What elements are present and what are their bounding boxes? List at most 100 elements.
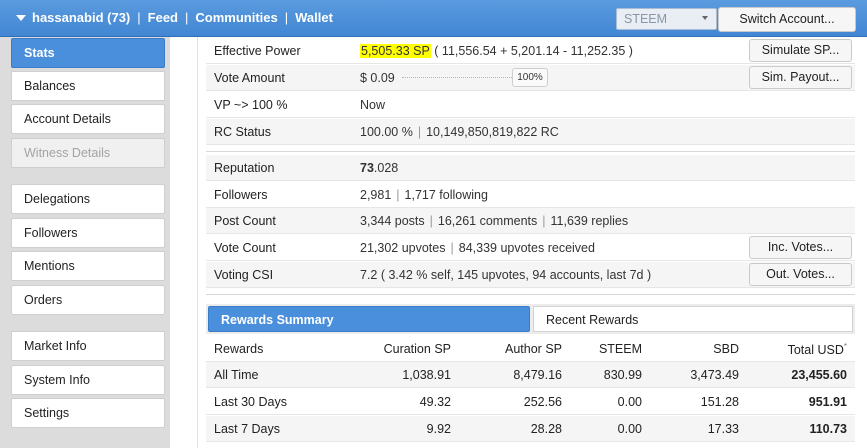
reward-author-sp: 252.56: [523, 395, 562, 409]
upvotes-count: 21,302 upvotes: [360, 241, 446, 255]
rc-status-label: RC Status: [214, 125, 271, 139]
row-vote-count: Vote Count 21,302 upvotes | 84,339 upvotes…: [206, 235, 855, 261]
table-row: Last 7 Days 9.92 28.28 0.00 17.33 110.73: [206, 416, 855, 442]
vote-count-value: 21,302 upvotes | 84,339 upvotes received: [360, 241, 595, 255]
group-divider: [206, 151, 855, 152]
sidebar-item-delegations[interactable]: Delegations: [11, 184, 165, 214]
col-header-curation: Curation SP: [383, 342, 451, 356]
vp-value: Now: [360, 98, 386, 112]
reward-total-usd: 23,455.60: [791, 368, 847, 382]
group-divider: [206, 294, 855, 295]
followers-count: 2,981: [360, 188, 392, 202]
nav-wallet[interactable]: Wallet: [295, 10, 333, 25]
sidebar-item-balances[interactable]: Balances: [11, 71, 165, 101]
voting-csi-value: 7.2 ( 3.42 % self, 145 upvotes, 94 accou…: [360, 268, 652, 282]
row-post-count: Post Count 3,344 posts | 16,261 comments | 1…: [206, 208, 855, 234]
reward-steem: 0.00: [617, 422, 642, 436]
row-vote-amount: Vote Amount $ 0.09 100% Sim. Payout...: [206, 65, 855, 91]
vote-amount-value: $ 0.09: [360, 71, 395, 85]
nav-communities[interactable]: Communities: [195, 10, 277, 25]
col-header-sbd: SBD: [713, 342, 739, 356]
nav-separator: |: [185, 10, 189, 25]
sidebar-item-account-details[interactable]: Account Details: [11, 104, 165, 134]
row-followers: Followers 2,981 | 1,717 following: [206, 182, 855, 208]
reward-total-usd: 110.73: [809, 422, 847, 436]
sidebar-item-market-info[interactable]: Market Info: [11, 331, 165, 361]
followers-value: 2,981 | 1,717 following: [360, 188, 488, 202]
upvotes-received: 84,339 upvotes received: [458, 241, 595, 255]
switch-account-button[interactable]: Switch Account...: [718, 7, 856, 32]
sidebar-item-orders[interactable]: Orders: [11, 285, 165, 315]
sidebar-item-followers[interactable]: Followers: [11, 218, 165, 248]
value-separator: |: [450, 241, 454, 255]
nav-feed[interactable]: Feed: [148, 10, 178, 25]
followers-label: Followers: [214, 188, 268, 202]
tab-rewards-summary[interactable]: Rewards Summary: [208, 306, 530, 332]
row-reputation: Reputation 73.028: [206, 155, 855, 181]
effective-power-detail: ( 11,556.54 + 5,201.14 - 11,252.35 ): [434, 44, 633, 58]
reward-steem: 830.99: [603, 368, 642, 382]
effective-power-label: Effective Power: [214, 44, 301, 58]
row-vp: VP ~> 100 % Now: [206, 92, 855, 118]
row-effective-power: Effective Power 5,505.33 SP ( 11,556.54 …: [206, 38, 855, 64]
sidebar-item-stats[interactable]: Stats: [11, 38, 165, 68]
sidebar-item-settings[interactable]: Settings: [11, 398, 165, 428]
vote-weight-handle[interactable]: 100%: [512, 68, 548, 87]
col-header-total-usd: Total USD*: [788, 342, 847, 357]
vp-label: VP ~> 100 %: [214, 98, 288, 112]
following-count: 1,717 following: [404, 188, 488, 202]
sim-payout-button[interactable]: Sim. Payout...: [749, 66, 852, 89]
reputation-whole: 73: [360, 161, 374, 175]
replies-count: 11,639 replies: [550, 214, 629, 228]
nav-separator: |: [284, 10, 289, 25]
reward-author-sp: 28.28: [530, 422, 562, 436]
sidebar-item-system-info[interactable]: System Info: [11, 365, 165, 395]
effective-power-sp: 5,505.33 SP: [360, 44, 431, 58]
inc-votes-button[interactable]: Inc. Votes...: [749, 236, 852, 259]
coin-select[interactable]: STEEM: [616, 8, 717, 30]
vote-count-label: Vote Count: [214, 241, 276, 255]
out-votes-button[interactable]: Out. Votes...: [749, 263, 852, 286]
rewards-tabs: Rewards Summary Recent Rewards: [206, 304, 855, 334]
rc-status-value: 100.00 % | 10,149,850,819,822 RC: [360, 125, 559, 139]
col-header-steem: STEEM: [598, 342, 642, 356]
vote-amount-label: Vote Amount: [214, 71, 285, 85]
col-header-rewards: Rewards: [214, 342, 264, 356]
reward-curation-sp: 9.92: [426, 422, 451, 436]
rc-amount: 10,149,850,819,822 RC: [426, 125, 559, 139]
reputation-decimal: .028: [373, 161, 399, 175]
value-separator: |: [396, 188, 400, 202]
comments-count: 16,261 comments: [437, 214, 538, 228]
triangle-down-icon[interactable]: [16, 14, 26, 21]
post-count-label: Post Count: [214, 214, 276, 228]
reward-curation-sp: 1,038.91: [402, 368, 451, 382]
table-row: All Time 1,038.91 8,479.16 830.99 3,473.…: [206, 362, 855, 388]
nav-separator: |: [137, 10, 141, 25]
reward-total-usd: 951.91: [808, 395, 847, 409]
table-row: Last 30 Days 49.32 252.56 0.00 151.28 95…: [206, 389, 855, 415]
posts-count: 3,344 posts: [360, 214, 425, 228]
row-voting-csi: Voting CSI 7.2 ( 3.42 % self, 145 upvote…: [206, 262, 855, 288]
tab-recent-rewards[interactable]: Recent Rewards: [533, 306, 853, 332]
voting-csi-label: Voting CSI: [214, 268, 274, 282]
rc-percent: 100.00 %: [360, 125, 413, 139]
reward-curation-sp: 49.32: [419, 395, 451, 409]
top-bar: hassanabid (73) | Feed | Communities | W…: [0, 0, 867, 37]
effective-power-value: 5,505.33 SP ( 11,556.54 + 5,201.14 - 11,…: [360, 44, 633, 58]
total-usd-footnote: *: [843, 342, 847, 351]
user-link[interactable]: hassanabid (73): [32, 10, 130, 25]
sidebar-item-mentions[interactable]: Mentions: [11, 251, 165, 281]
value-separator: |: [542, 214, 546, 228]
reputation-value: 73.028: [360, 161, 398, 175]
value-separator: |: [429, 214, 433, 228]
reward-sbd: 151.28: [700, 395, 739, 409]
row-rc-status: RC Status 100.00 % | 10,149,850,819,822 RC: [206, 119, 855, 145]
reward-author-sp: 8,479.16: [513, 368, 562, 382]
reputation-label: Reputation: [214, 161, 275, 175]
value-separator: |: [417, 125, 422, 139]
vote-weight-slider[interactable]: [402, 77, 514, 78]
divider: [197, 37, 198, 448]
reward-period: Last 7 Days: [214, 422, 281, 436]
simulate-sp-button[interactable]: Simulate SP...: [749, 39, 852, 62]
coin-select-value: STEEM: [624, 12, 668, 26]
